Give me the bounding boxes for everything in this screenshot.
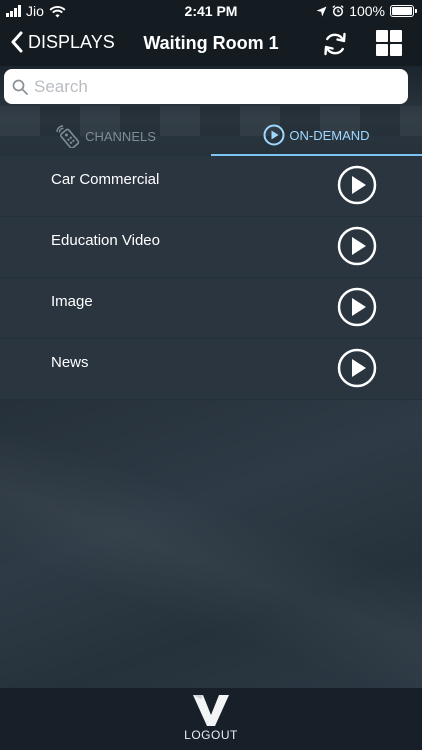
- logout-button[interactable]: LOGOUT: [181, 688, 241, 750]
- play-button-icon[interactable]: [337, 287, 377, 327]
- list-item[interactable]: Image: [0, 278, 422, 339]
- search-icon: [12, 79, 28, 95]
- grid-icon[interactable]: [376, 30, 402, 56]
- list-item-label: Image: [51, 293, 93, 310]
- on-demand-list: Car Commercial Education Video Image New…: [0, 156, 422, 400]
- battery-percent: 100%: [349, 3, 385, 19]
- status-right: 100%: [316, 3, 417, 19]
- list-item[interactable]: Education Video: [0, 217, 422, 278]
- logo-icon: [193, 695, 229, 726]
- logout-label: LOGOUT: [184, 728, 238, 742]
- remote-icon: [56, 125, 80, 148]
- background-panel: [0, 400, 422, 688]
- alarm-icon: [332, 5, 344, 17]
- tab-on-demand[interactable]: ON-DEMAND: [211, 116, 422, 156]
- search-bar[interactable]: [4, 69, 408, 104]
- refresh-icon[interactable]: [322, 31, 348, 57]
- search-input[interactable]: [34, 76, 394, 97]
- tab-channels-label: CHANNELS: [85, 128, 156, 144]
- tab-on-demand-label: ON-DEMAND: [289, 127, 370, 143]
- play-button-icon[interactable]: [337, 226, 377, 266]
- footer-bar: LOGOUT: [0, 688, 422, 750]
- play-circle-icon: [263, 124, 285, 146]
- tab-channels[interactable]: CHANNELS: [0, 116, 211, 156]
- list-item-label: News: [51, 354, 89, 371]
- list-item[interactable]: News: [0, 339, 422, 400]
- battery-icon: [390, 5, 417, 17]
- play-button-icon[interactable]: [337, 165, 377, 205]
- page-title: Waiting Room 1: [143, 33, 279, 53]
- list-item-label: Education Video: [51, 232, 160, 249]
- play-button-icon[interactable]: [337, 348, 377, 388]
- location-icon: [316, 6, 327, 16]
- header-area: CHANNELS ON-DEMAND: [0, 66, 422, 156]
- list-item[interactable]: Car Commercial: [0, 156, 422, 217]
- nav-bar: DISPLAYS Waiting Room 1: [0, 22, 422, 66]
- list-item-label: Car Commercial: [51, 171, 160, 188]
- status-bar: Jio 2:41 PM 100%: [0, 0, 422, 22]
